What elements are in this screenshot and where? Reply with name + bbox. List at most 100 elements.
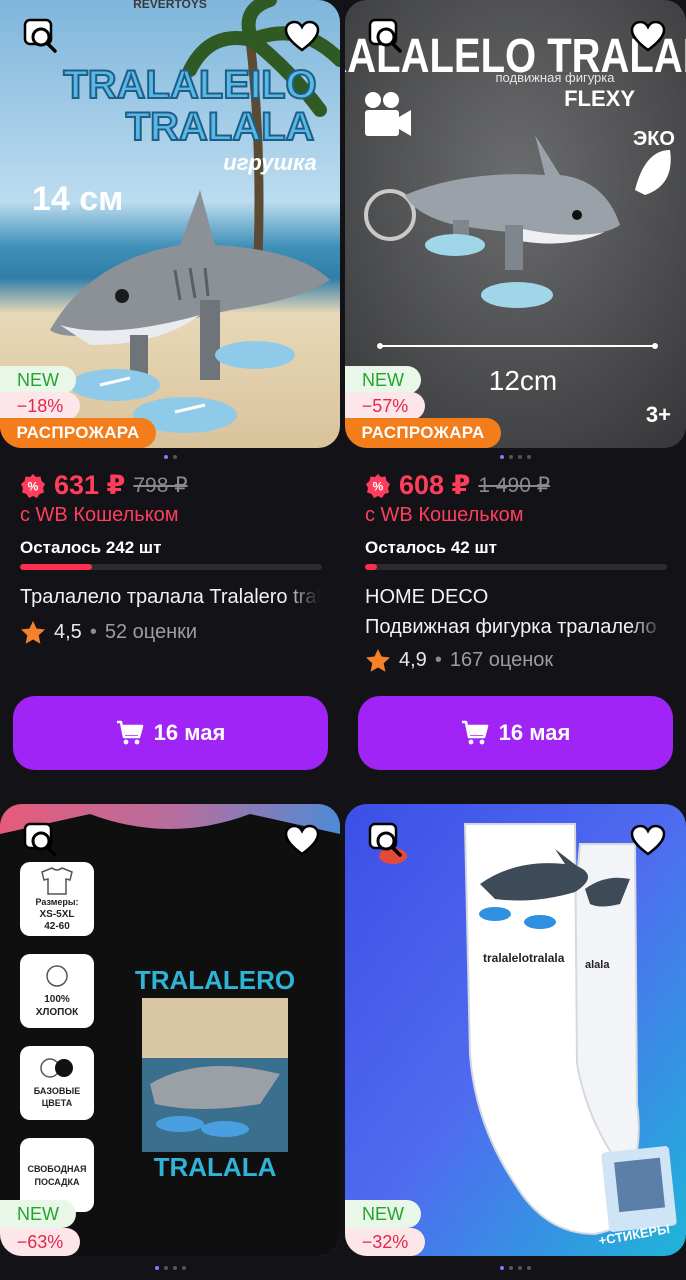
pagination-dot xyxy=(172,455,177,459)
product-title[interactable]: Подвижная фигурка тралалело xyxy=(365,616,665,639)
similar-search-icon[interactable] xyxy=(18,14,62,58)
heart-icon[interactable] xyxy=(280,818,324,862)
image-pagination xyxy=(0,455,340,459)
similar-search-icon[interactable] xyxy=(363,14,407,58)
product-image[interactable]: TRALALELO TRALALA подвижная фигурка FLEX… xyxy=(345,0,686,448)
product-card[interactable]: TRALALELO TRALALA подвижная фигурка FLEX… xyxy=(345,0,686,770)
svg-text:ЦВЕТА: ЦВЕТА xyxy=(42,1098,73,1108)
discount-badge: −57% xyxy=(345,392,425,420)
old-price: 1 490 ₽ xyxy=(478,474,551,497)
print-top-text: TRALALERO xyxy=(135,965,295,995)
discount-badge: −63% xyxy=(0,1228,80,1256)
pagination-dot xyxy=(517,455,522,459)
pagination-dot xyxy=(154,1266,159,1270)
rating-score: 4,5 xyxy=(54,621,82,643)
stock-bar-fill xyxy=(365,564,378,570)
new-badge: NEW xyxy=(0,366,76,394)
wallet-note: с WB Кошельком xyxy=(20,504,179,526)
product-card[interactable]: TRALALERO TRALALA Размеры: XS-5XL 42-60 … xyxy=(0,804,340,1270)
product-card[interactable]: tralalelotralala alala +СТИКЕРЫ NEW −32% xyxy=(345,804,686,1270)
pagination-dot xyxy=(163,1266,168,1270)
discount-icon: % xyxy=(366,473,390,498)
feature-cotton: 100% ХЛОПОК xyxy=(20,954,94,1028)
pagination-dot xyxy=(526,455,531,459)
rating: 4,5 • 52 оценки xyxy=(20,620,197,645)
stock-bar xyxy=(365,564,667,570)
product-image[interactable]: tralalelotralala alala +СТИКЕРЫ NEW −32% xyxy=(345,804,686,1256)
star-icon xyxy=(21,621,45,644)
rating-separator: • xyxy=(89,621,97,643)
image-eco: ЭКО xyxy=(633,128,675,150)
new-badge: NEW xyxy=(0,1200,76,1228)
svg-text:ХЛОПОК: ХЛОПОК xyxy=(36,1007,79,1018)
heart-icon[interactable] xyxy=(280,14,324,58)
pagination-dot xyxy=(499,455,504,459)
image-pagination xyxy=(345,1266,685,1270)
product-photo: tralalelotralala alala +СТИКЕРЫ xyxy=(345,804,686,1256)
rating-count: 167 оценок xyxy=(449,649,554,671)
rating: 4,9 • 167 оценок xyxy=(365,648,553,673)
feature-size: Размеры: XS-5XL 42-60 xyxy=(20,862,94,936)
image-measure: 12cm xyxy=(489,365,557,396)
svg-text:Размеры:: Размеры: xyxy=(35,897,78,907)
cart-icon xyxy=(116,720,143,745)
image-title-line2: TRALALA xyxy=(126,105,315,149)
pagination-dot xyxy=(163,455,168,459)
pagination-dot xyxy=(181,1266,186,1270)
discount-badge: −32% xyxy=(345,1228,425,1256)
image-pagination xyxy=(0,1266,340,1270)
heart-icon[interactable] xyxy=(626,14,670,58)
delivery-date: 16 мая xyxy=(498,720,571,745)
product-image[interactable]: REVERTOYS TRALALEILO TRALALA игрушка 14 … xyxy=(0,0,340,448)
product-title[interactable]: Тралалело тралала Tralalero tralala xyxy=(20,586,320,609)
stock-left: Осталось 242 шт xyxy=(20,538,162,557)
new-badge: NEW xyxy=(345,1200,421,1228)
sock-print-text: tralalelotralala xyxy=(483,951,565,965)
image-subtitle: подвижная фигурка xyxy=(496,70,616,85)
svg-text:XS-5XL: XS-5XL xyxy=(39,909,74,920)
add-to-cart-button[interactable]: 16 мая xyxy=(13,696,328,770)
image-size-text: 14 см xyxy=(32,180,123,218)
new-badge: NEW xyxy=(345,366,421,394)
stock-left: Осталось 42 шт xyxy=(365,538,497,557)
discount-icon: % xyxy=(21,473,45,498)
similar-search-icon[interactable] xyxy=(18,818,62,862)
stock-bar-fill xyxy=(20,564,93,570)
price-row: % 608 ₽ 1 490 ₽ xyxy=(365,470,550,501)
pagination-dot xyxy=(172,1266,177,1270)
image-brand-text: REVERTOYS xyxy=(133,0,207,11)
product-brand[interactable]: HOME DECO xyxy=(365,586,488,609)
star-icon xyxy=(366,649,390,672)
wallet-note: с WB Кошельком xyxy=(365,504,524,526)
image-age: 3+ xyxy=(646,402,671,427)
image-title-line1: TRALALEILO xyxy=(63,63,316,107)
cart-icon xyxy=(461,720,488,745)
price-row: % 631 ₽ 798 ₽ xyxy=(20,470,188,501)
sale-badge: РАСПРОЖАРА xyxy=(345,418,501,448)
product-card[interactable]: REVERTOYS TRALALEILO TRALALA игрушка 14 … xyxy=(0,0,340,770)
svg-text:%: % xyxy=(373,479,384,493)
svg-text:БАЗОВЫЕ: БАЗОВЫЕ xyxy=(34,1086,80,1096)
image-pagination xyxy=(345,455,685,459)
similar-search-icon[interactable] xyxy=(363,818,407,862)
heart-icon[interactable] xyxy=(626,818,670,862)
svg-text:100%: 100% xyxy=(44,994,70,1005)
svg-text:ПОСАДКА: ПОСАДКА xyxy=(35,1177,80,1187)
rating-score: 4,9 xyxy=(399,649,427,671)
add-to-cart-button[interactable]: 16 мая xyxy=(358,696,673,770)
current-price: 608 ₽ xyxy=(399,470,471,500)
discount-badge: −18% xyxy=(0,392,80,420)
feature-colors: БАЗОВЫЕ ЦВЕТА xyxy=(20,1046,94,1120)
print-bottom-text: TRALALA xyxy=(154,1152,277,1182)
sock-print-text-2: alala xyxy=(585,959,610,971)
pagination-dot xyxy=(526,1266,531,1270)
svg-text:СВОБОДНАЯ: СВОБОДНАЯ xyxy=(27,1164,86,1174)
stock-bar xyxy=(20,564,322,570)
image-flexy: FLEXY xyxy=(564,86,635,111)
svg-text:42-60: 42-60 xyxy=(44,921,70,932)
pagination-dot xyxy=(508,455,513,459)
rating-separator: • xyxy=(434,649,442,671)
product-image[interactable]: TRALALERO TRALALA Размеры: XS-5XL 42-60 … xyxy=(0,804,340,1256)
pagination-dot xyxy=(517,1266,522,1270)
image-tag-text: игрушка xyxy=(223,150,317,175)
